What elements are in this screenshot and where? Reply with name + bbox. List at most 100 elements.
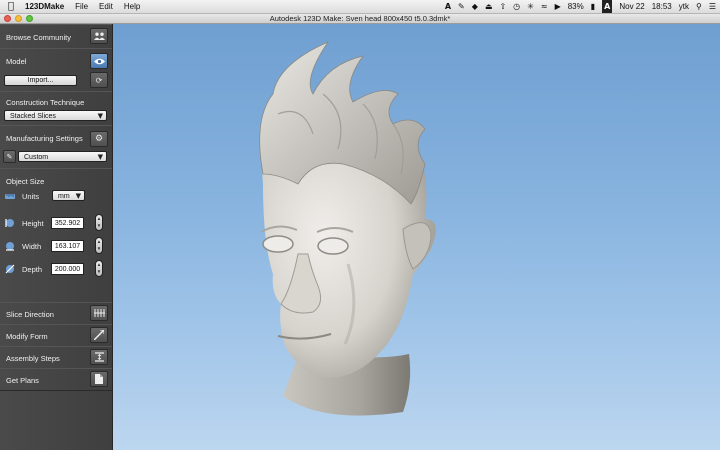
down-arrow-icon[interactable]: ▼ [96, 268, 102, 275]
model-section: Model Import... ⟳ [0, 48, 112, 92]
depth-icon [5, 264, 15, 274]
wifi-icon[interactable]: ≈ [541, 0, 548, 13]
manufacturing-settings-button[interactable]: ⚙ [90, 131, 108, 147]
depth-stepper[interactable]: ▲ ▼ [95, 260, 103, 277]
window-title-bar: Autodesk 123D Make: Sven head 800x450 t5… [0, 14, 720, 24]
modify-form-button[interactable] [90, 327, 108, 343]
width-label: Width [22, 242, 42, 251]
units-value: mm [58, 193, 70, 200]
manufacturing-settings-value: Custom [24, 154, 49, 161]
units-icon [5, 194, 15, 199]
manufacturing-settings-section: Manufacturing Settings ⚙ ✎ Custom ▼ [0, 125, 112, 169]
dropbox-icon[interactable]: ◆ [472, 0, 478, 13]
community-icon [93, 32, 105, 40]
battery-percent[interactable]: 83% [568, 0, 584, 13]
dropdown-arrow-icon: ▼ [75, 192, 81, 200]
get-plans-label: Get Plans [6, 376, 39, 385]
object-size-section: Object Size Units mm ▼ Height 352.902 ▲ ▼… [0, 168, 112, 303]
slice-direction-section[interactable]: Slice Direction [0, 302, 112, 325]
object-size-label: Object Size [6, 177, 45, 186]
construction-technique-value: Stacked Slices [10, 113, 56, 120]
assembly-steps-section[interactable]: Assembly Steps [0, 346, 112, 369]
slice-direction-icon [93, 309, 105, 317]
3d-viewport[interactable] [113, 24, 720, 450]
sidebar: Browse Community Model Import... ⟳ Const… [0, 24, 113, 450]
get-plans-button[interactable] [90, 371, 108, 387]
document-icon [95, 374, 103, 384]
close-window-button[interactable] [4, 15, 11, 22]
menubar-date[interactable]: Nov 22 [619, 0, 644, 13]
menubar-user[interactable]: ytk [679, 0, 689, 13]
eye-icon [93, 58, 105, 64]
model-label: Model [6, 57, 27, 66]
manufacturing-settings-dropdown[interactable]: Custom ▼ [18, 151, 107, 162]
right-eye [317, 237, 349, 255]
modify-form-icon [94, 330, 104, 340]
spotlight-search-icon[interactable]: ⚲ [696, 0, 702, 13]
adobe-icon[interactable]: A [445, 0, 451, 13]
upload-icon[interactable]: ⇧ [499, 0, 506, 13]
assembly-steps-icon [94, 352, 104, 362]
input-source-icon[interactable]: A [602, 0, 613, 13]
up-arrow-icon[interactable]: ▲ [96, 261, 102, 268]
help-menu[interactable]: Help [124, 0, 140, 13]
depth-label: Depth [22, 265, 43, 274]
depth-input[interactable]: 200.000 [51, 263, 84, 275]
pen-icon[interactable]: ✎ [458, 0, 465, 13]
height-icon [5, 219, 14, 227]
modify-form-section[interactable]: Modify Form [0, 324, 112, 347]
up-arrow-icon[interactable]: ▲ [96, 215, 102, 222]
browse-community-section[interactable]: Browse Community [0, 24, 112, 49]
import-button[interactable]: Import... [4, 75, 77, 86]
battery-icon[interactable]: ▮ [591, 0, 595, 13]
file-menu[interactable]: File [75, 0, 88, 13]
assembly-steps-button[interactable] [90, 349, 108, 365]
bluetooth-icon[interactable]: ✳ [527, 0, 534, 13]
browse-community-label: Browse Community [6, 33, 72, 42]
edit-settings-button[interactable]: ✎ [3, 150, 16, 163]
height-stepper[interactable]: ▲ ▼ [95, 214, 103, 231]
gear-icon: ⚙ [94, 134, 104, 144]
construction-technique-label: Construction Technique [6, 98, 85, 107]
width-icon [6, 242, 14, 251]
refresh-model-button[interactable]: ⟳ [90, 72, 108, 88]
up-arrow-icon[interactable]: ▲ [96, 238, 102, 245]
notification-center-icon[interactable]: ☰ [709, 0, 716, 13]
width-stepper[interactable]: ▲ ▼ [95, 237, 103, 254]
menu-bar:  123DMake File Edit Help A ✎ ◆ ⏏ ⇧ ◷ ✳ … [0, 0, 720, 14]
head-model[interactable] [113, 24, 720, 450]
view-model-button[interactable] [90, 53, 108, 69]
browse-community-button[interactable] [90, 28, 108, 44]
units-dropdown[interactable]: mm ▼ [52, 190, 85, 201]
time-machine-icon[interactable]: ◷ [513, 0, 520, 13]
window-title: Autodesk 123D Make: Sven head 800x450 t5… [269, 14, 451, 23]
dropdown-arrow-icon: ▼ [97, 153, 103, 161]
slice-direction-button[interactable] [90, 305, 108, 321]
assembly-steps-label: Assembly Steps [6, 354, 60, 363]
down-arrow-icon[interactable]: ▼ [96, 245, 102, 252]
construction-technique-dropdown[interactable]: Stacked Slices ▼ [4, 110, 107, 121]
construction-technique-section: Construction Technique Stacked Slices ▼ [0, 91, 112, 126]
apple-menu-icon[interactable]:  [8, 0, 14, 13]
left-eye [262, 235, 294, 253]
width-input[interactable]: 163.107 [51, 240, 84, 252]
zoom-window-button[interactable] [26, 15, 33, 22]
get-plans-section[interactable]: Get Plans [0, 368, 112, 391]
menubar-time[interactable]: 18:53 [652, 0, 672, 13]
down-arrow-icon[interactable]: ▼ [96, 222, 102, 229]
refresh-icon: ⟳ [95, 75, 103, 85]
app-menu[interactable]: 123DMake [25, 0, 64, 13]
eject-icon[interactable]: ⏏ [485, 0, 493, 13]
dropdown-arrow-icon: ▼ [97, 112, 103, 120]
volume-icon[interactable]: ▶ [555, 0, 561, 13]
modify-form-label: Modify Form [6, 332, 48, 341]
edit-menu[interactable]: Edit [99, 0, 113, 13]
slice-direction-label: Slice Direction [6, 310, 54, 319]
height-label: Height [22, 219, 44, 228]
units-label: Units [22, 192, 40, 201]
minimize-window-button[interactable] [15, 15, 22, 22]
manufacturing-settings-label: Manufacturing Settings [6, 134, 83, 143]
status-area: A ✎ ◆ ⏏ ⇧ ◷ ✳ ≈ ▶ 83% ▮ A Nov 22 18:53 y… [438, 0, 716, 13]
pencil-icon: ✎ [6, 152, 13, 161]
height-input[interactable]: 352.902 [51, 217, 84, 229]
